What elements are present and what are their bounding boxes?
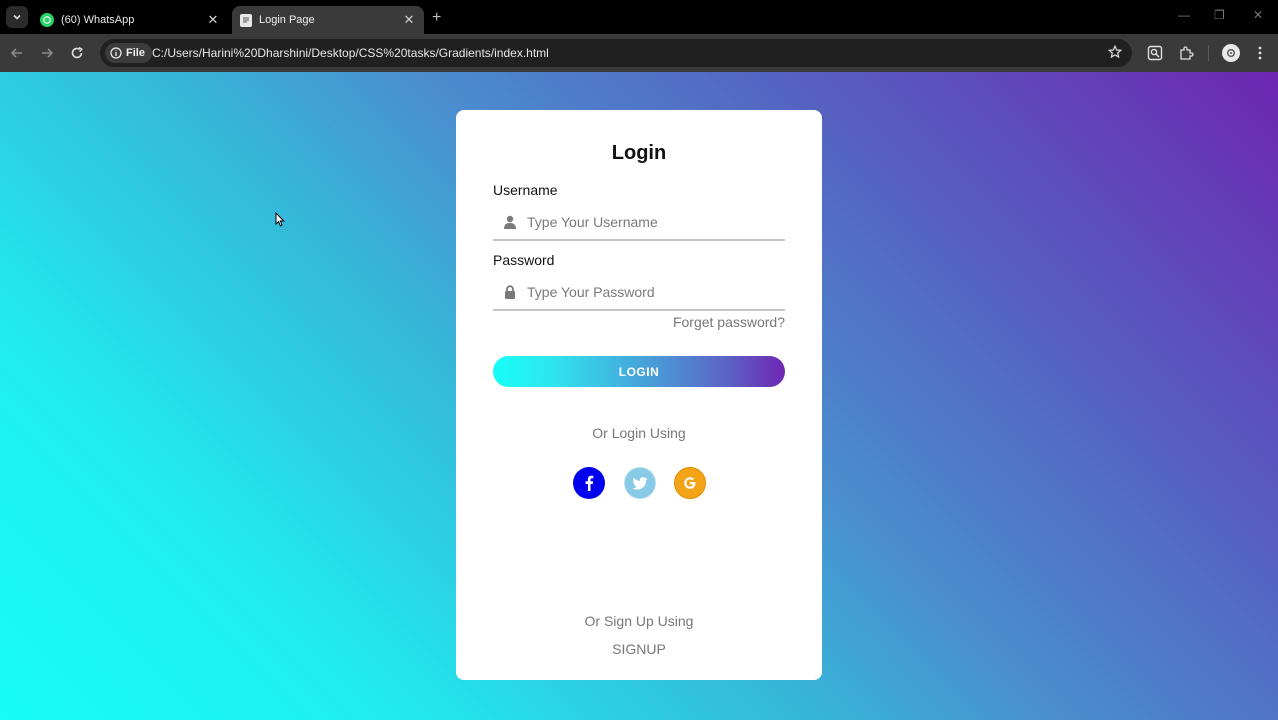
arrow-right-icon <box>42 48 54 58</box>
minimize-icon[interactable]: — <box>1178 8 1190 22</box>
browser-window: (60) WhatsApp ✕ Login Page ✕ + — ❐ ✕ Fil… <box>0 0 1278 720</box>
forward-button[interactable] <box>38 44 56 62</box>
page-icon <box>240 13 252 27</box>
lens-search-icon[interactable] <box>1146 44 1164 62</box>
profile-avatar-icon[interactable] <box>1222 44 1240 62</box>
mouse-cursor-icon <box>275 212 285 227</box>
tab-title: (60) WhatsApp <box>61 14 135 26</box>
tab-search-button[interactable] <box>6 6 28 28</box>
reload-icon <box>71 46 83 59</box>
tab-whatsapp[interactable]: (60) WhatsApp ✕ <box>32 6 228 34</box>
user-icon <box>504 215 516 229</box>
login-button[interactable]: LOGIN <box>493 356 785 387</box>
url-text[interactable]: C:/Users/Harini%20Dharshini/Desktop/CSS%… <box>152 46 549 60</box>
page-background: Login Username Password Forget password?… <box>0 72 1278 720</box>
google-button[interactable] <box>674 467 706 499</box>
whatsapp-icon <box>40 13 54 27</box>
tab-strip: (60) WhatsApp ✕ Login Page ✕ + — ❐ ✕ <box>0 0 1278 34</box>
restore-icon[interactable]: ❐ <box>1214 8 1225 22</box>
browser-menu-icon[interactable] <box>1251 44 1269 62</box>
extensions-icon[interactable] <box>1177 44 1195 62</box>
google-icon <box>684 477 696 489</box>
login-card: Login Username Password Forget password?… <box>456 110 822 680</box>
lock-icon <box>505 285 515 299</box>
facebook-icon <box>585 475 594 491</box>
reload-button[interactable] <box>68 44 86 62</box>
tab-login-page[interactable]: Login Page ✕ <box>232 6 424 34</box>
username-field-wrapper <box>493 205 785 241</box>
toolbar-divider <box>1208 45 1209 61</box>
chip-label: File <box>126 47 145 59</box>
browser-toolbar: File C:/Users/Harini%20Dharshini/Desktop… <box>0 34 1278 72</box>
address-bar[interactable]: File C:/Users/Harini%20Dharshini/Desktop… <box>100 39 1132 67</box>
signup-link[interactable]: SIGNUP <box>456 641 822 657</box>
password-input[interactable] <box>527 281 777 303</box>
back-button[interactable] <box>8 44 26 62</box>
facebook-button[interactable] <box>573 467 605 499</box>
twitter-button[interactable] <box>624 467 656 499</box>
password-field-wrapper <box>493 275 785 311</box>
twitter-icon <box>632 476 648 489</box>
password-label: Password <box>493 252 555 268</box>
username-input[interactable] <box>527 211 777 233</box>
chevron-down-icon <box>13 14 21 20</box>
arrow-left-icon <box>10 48 22 58</box>
login-title: Login <box>611 142 667 164</box>
or-login-text: Or Login Using <box>592 425 686 441</box>
close-icon[interactable]: ✕ <box>402 13 416 27</box>
tab-title: Login Page <box>259 14 315 26</box>
info-icon <box>110 47 122 59</box>
username-label: Username <box>493 182 558 198</box>
close-icon[interactable]: ✕ <box>206 13 220 27</box>
or-signup-text: Or Sign Up Using <box>584 613 694 629</box>
site-info-chip[interactable]: File <box>105 43 152 63</box>
window-close-icon[interactable]: ✕ <box>1253 8 1263 22</box>
new-tab-button[interactable]: + <box>432 9 441 27</box>
bookmark-star-icon[interactable] <box>1107 44 1123 64</box>
forgot-password-link[interactable]: Forget password? <box>673 314 785 330</box>
